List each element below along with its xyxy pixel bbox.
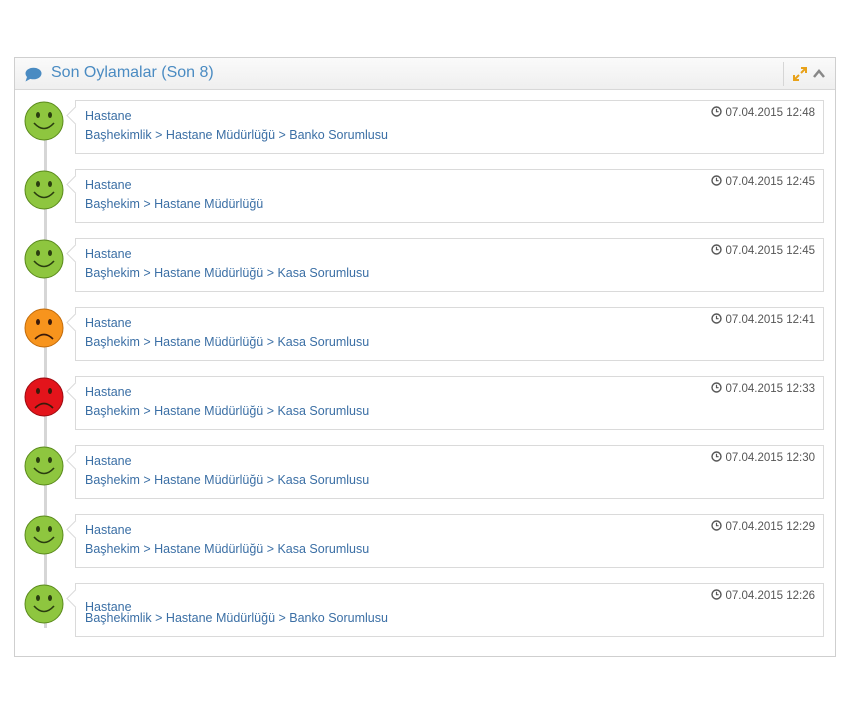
- vote-time: 07.04.2015 12:29: [711, 520, 815, 533]
- vote-place: Hastane: [85, 385, 132, 399]
- vote-time-text: 07.04.2015 12:29: [725, 521, 815, 533]
- vote-card: Hastane Başhekim > Hastane Müdürlüğü > Ka…: [75, 307, 824, 361]
- vote-time-text: 07.04.2015 12:33: [725, 383, 815, 395]
- vote-department-path[interactable]: Başhekimlik > Hastane Müdürlüğü > Banko …: [85, 128, 388, 142]
- happy-face-icon: [24, 170, 64, 210]
- recent-votes-panel: Son Oylamalar (Son 8) Hastane Başhekimlik…: [14, 57, 836, 657]
- clock-icon: [711, 451, 723, 462]
- vote-place: Hastane: [85, 316, 132, 330]
- comment-icon: [25, 67, 42, 82]
- vote-place: Hastane: [85, 454, 132, 468]
- sad-face-icon: [24, 308, 64, 348]
- happy-face-icon: [24, 239, 64, 279]
- vote-card: Hastane Başhekim > Hastane Müdürlüğü > Ka…: [75, 445, 824, 499]
- vote-time-text: 07.04.2015 12:45: [725, 176, 815, 188]
- vote-item: Hastane Başhekimlik > Hastane Müdürlüğü >…: [15, 100, 835, 156]
- vote-department-path[interactable]: Başhekim > Hastane Müdürlüğü > Kasa Soru…: [85, 473, 369, 487]
- vote-time-text: 07.04.2015 12:48: [725, 107, 815, 119]
- vote-time-text: 07.04.2015 12:30: [725, 452, 815, 464]
- vote-place: Hastane: [85, 109, 132, 123]
- clock-icon: [711, 520, 723, 531]
- vote-item: Hastane Başhekim > Hastane Müdürlüğü 07.04…: [15, 169, 835, 225]
- vote-time: 07.04.2015 12:26: [711, 589, 815, 602]
- vote-time: 07.04.2015 12:45: [711, 244, 815, 257]
- vote-time-text: 07.04.2015 12:26: [725, 590, 815, 602]
- clock-icon: [711, 175, 723, 186]
- vote-place: Hastane: [85, 247, 132, 261]
- vote-item: Hastane Başhekim > Hastane Müdürlüğü > Ka…: [15, 238, 835, 294]
- vote-department-path[interactable]: Başhekim > Hastane Müdürlüğü > Kasa Soru…: [85, 404, 369, 418]
- vote-department-path[interactable]: Başhekim > Hastane Müdürlüğü > Kasa Soru…: [85, 266, 369, 280]
- vote-item: Hastane Başhekimlik > Hastane Müdürlüğü >…: [15, 583, 835, 639]
- vote-card: Hastane Başhekim > Hastane Müdürlüğü > Ka…: [75, 238, 824, 292]
- vote-department-path[interactable]: Başhekimlik > Hastane Müdürlüğü > Banko …: [85, 611, 388, 625]
- vote-time: 07.04.2015 12:48: [711, 106, 815, 119]
- vote-time: 07.04.2015 12:33: [711, 382, 815, 395]
- happy-face-icon: [24, 101, 64, 141]
- vote-place: Hastane: [85, 178, 132, 192]
- vote-time: 07.04.2015 12:30: [711, 451, 815, 464]
- vote-time: 07.04.2015 12:41: [711, 313, 815, 326]
- clock-icon: [711, 244, 723, 255]
- clock-icon: [711, 382, 723, 393]
- panel-title: Son Oylamalar (Son 8): [51, 64, 214, 81]
- vote-item: Hastane Başhekim > Hastane Müdürlüğü > Ka…: [15, 376, 835, 432]
- happy-face-icon: [24, 515, 64, 555]
- vote-item: Hastane Başhekim > Hastane Müdürlüğü > Ka…: [15, 307, 835, 363]
- vote-card: Hastane Başhekim > Hastane Müdürlüğü 07.04…: [75, 169, 824, 223]
- vote-card: Hastane Başhekimlik > Hastane Müdürlüğü >…: [75, 100, 824, 154]
- happy-face-icon: [24, 584, 64, 624]
- vote-department-path[interactable]: Başhekim > Hastane Müdürlüğü > Kasa Soru…: [85, 542, 369, 556]
- happy-face-icon: [24, 446, 64, 486]
- chevron-up-icon[interactable]: [811, 66, 827, 82]
- panel-header: Son Oylamalar (Son 8): [15, 58, 835, 90]
- vote-item: Hastane Başhekim > Hastane Müdürlüğü > Ka…: [15, 445, 835, 501]
- vote-place: Hastane: [85, 523, 132, 537]
- clock-icon: [711, 106, 723, 117]
- vote-card: Hastane Başhekim > Hastane Müdürlüğü > Ka…: [75, 376, 824, 430]
- vote-time-text: 07.04.2015 12:45: [725, 245, 815, 257]
- vote-time: 07.04.2015 12:45: [711, 175, 815, 188]
- clock-icon: [711, 313, 723, 324]
- clock-icon: [711, 589, 723, 600]
- vote-item: Hastane Başhekim > Hastane Müdürlüğü > Ka…: [15, 514, 835, 570]
- vote-card: Hastane Başhekimlik > Hastane Müdürlüğü >…: [75, 583, 824, 637]
- vote-department-path[interactable]: Başhekim > Hastane Müdürlüğü > Kasa Soru…: [85, 335, 369, 349]
- header-divider: [783, 62, 784, 86]
- vote-time-text: 07.04.2015 12:41: [725, 314, 815, 326]
- fullscreen-icon[interactable]: [792, 66, 808, 82]
- sad-face-icon: [24, 377, 64, 417]
- vote-card: Hastane Başhekim > Hastane Müdürlüğü > Ka…: [75, 514, 824, 568]
- vote-department-path[interactable]: Başhekim > Hastane Müdürlüğü: [85, 197, 263, 211]
